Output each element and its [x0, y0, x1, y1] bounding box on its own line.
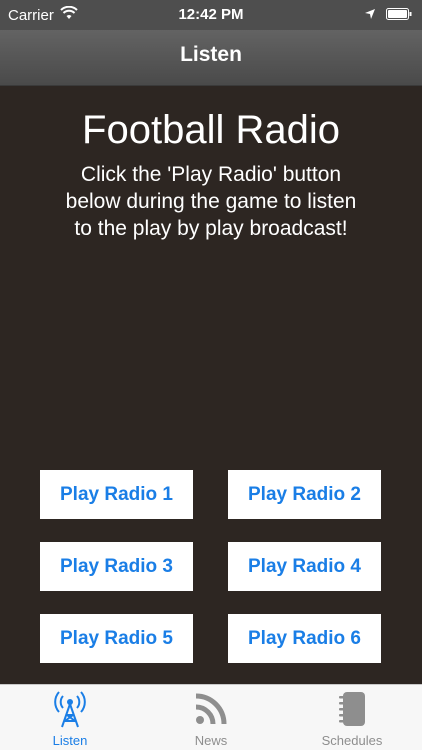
location-arrow-icon [364, 7, 376, 24]
battery-icon [386, 7, 412, 24]
play-radio-6-button[interactable]: Play Radio 6 [228, 614, 381, 663]
tab-schedules[interactable]: Schedules [282, 685, 422, 750]
notebook-icon [332, 689, 372, 729]
tab-bar: Listen News Schedules [0, 684, 422, 750]
tab-listen[interactable]: Listen [0, 685, 140, 750]
play-radio-1-button[interactable]: Play Radio 1 [40, 470, 193, 519]
play-radio-3-button[interactable]: Play Radio 3 [40, 542, 193, 591]
nav-title: Listen [180, 43, 242, 66]
status-bar: Carrier 12:42 PM [0, 0, 422, 30]
tab-schedules-label: Schedules [321, 733, 383, 748]
status-right [364, 7, 412, 24]
page-headline: Football Radio [82, 108, 340, 152]
play-radio-5-button[interactable]: Play Radio 5 [40, 614, 193, 663]
play-radio-2-button[interactable]: Play Radio 2 [228, 470, 381, 519]
tab-listen-label: Listen [52, 733, 88, 748]
navigation-bar: Listen [0, 30, 422, 86]
status-time: 12:42 PM [178, 6, 244, 23]
main-content: Football Radio Click the 'Play Radio' bu… [0, 86, 422, 684]
instructions-text: Click the 'Play Radio' button below duri… [65, 163, 357, 240]
play-radio-4-button[interactable]: Play Radio 4 [228, 542, 381, 591]
radio-tower-icon [50, 689, 90, 729]
tab-news[interactable]: News [141, 685, 281, 750]
rss-icon [191, 689, 231, 729]
tab-news-label: News [194, 733, 228, 748]
